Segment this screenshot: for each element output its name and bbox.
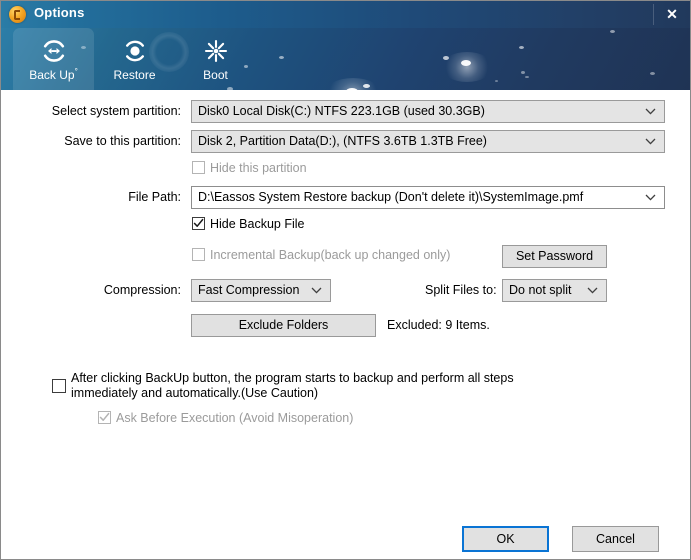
select-system-partition-value: Disk0 Local Disk(C:) NTFS 223.1GB (used …: [198, 104, 485, 118]
bokeh-dot: [495, 80, 498, 82]
bokeh-dot: [525, 76, 529, 78]
save-to-partition-label: Save to this partition:: [64, 134, 181, 148]
excluded-items-status: Excluded: 9 Items.: [387, 318, 490, 332]
split-files-value: Do not split: [509, 283, 572, 297]
bokeh-dot: [521, 71, 525, 74]
close-icon[interactable]: ✕: [660, 4, 684, 25]
bokeh-glow: [441, 52, 493, 82]
eassos-logo-icon: [9, 6, 26, 23]
hide-backup-file-checkbox[interactable]: Hide Backup File: [192, 217, 305, 231]
titlebar-separator: [653, 4, 654, 25]
tab-restore-label: Restore: [113, 68, 156, 82]
select-system-partition-label: Select system partition:: [51, 104, 181, 118]
bokeh-dot: [610, 30, 615, 33]
checkbox-box: [192, 248, 205, 261]
incremental-backup-label: Incremental Backup(back up changed only): [210, 248, 451, 262]
bokeh-dot: [279, 56, 284, 59]
ask-before-execution-label: Ask Before Execution (Avoid Misoperation…: [116, 411, 354, 425]
bokeh-dot: [443, 56, 449, 60]
split-files-label: Split Files to:: [425, 283, 497, 297]
chevron-down-icon[interactable]: [645, 187, 656, 208]
hide-backup-file-label: Hide Backup File: [210, 217, 305, 231]
chevron-down-icon: [645, 131, 656, 152]
ask-before-execution-checkbox[interactable]: Ask Before Execution (Avoid Misoperation…: [98, 411, 353, 425]
bokeh-glow: [323, 78, 383, 90]
options-window: Options ✕ Back Up° Restore Boot Select s…: [0, 0, 691, 560]
hide-this-partition-checkbox[interactable]: Hide this partition: [192, 161, 307, 175]
check-icon: [193, 218, 204, 227]
compression-value: Fast Compression: [198, 283, 300, 297]
checkbox-box: [52, 379, 66, 393]
exclude-folders-button[interactable]: Exclude Folders: [191, 314, 376, 337]
bokeh-dot: [461, 60, 471, 66]
compression-dropdown[interactable]: Fast Compression: [191, 279, 331, 302]
checkbox-box: [98, 411, 111, 424]
options-form: Select system partition: Disk0 Local Dis…: [1, 90, 690, 559]
auto-backup-checkbox[interactable]: After clicking BackUp button, the progra…: [52, 371, 552, 401]
file-path-input[interactable]: D:\Eassos System Restore backup (Don't d…: [191, 186, 665, 209]
ok-button[interactable]: OK: [462, 526, 549, 552]
backup-arrows-icon: [40, 37, 68, 65]
checkbox-box: [192, 161, 205, 174]
check-icon: [99, 412, 110, 421]
bokeh-dot: [650, 72, 655, 75]
chevron-down-icon: [645, 101, 656, 122]
chevron-down-icon: [587, 280, 598, 301]
save-to-partition-dropdown[interactable]: Disk 2, Partition Data(D:), (NTFS 3.6TB …: [191, 130, 665, 153]
restore-icon: [121, 37, 149, 65]
file-path-value: D:\Eassos System Restore backup (Don't d…: [198, 190, 584, 204]
incremental-backup-checkbox[interactable]: Incremental Backup(back up changed only): [192, 248, 450, 262]
split-files-dropdown[interactable]: Do not split: [502, 279, 607, 302]
tab-backup-label: Back Up°: [29, 67, 78, 82]
bokeh-dot: [363, 84, 370, 88]
checkbox-box: [192, 217, 205, 230]
file-path-label: File Path:: [128, 190, 181, 204]
boot-starburst-icon: [202, 37, 230, 65]
compression-label: Compression:: [103, 283, 181, 297]
tab-boot-label: Boot: [203, 68, 228, 82]
tab-boot[interactable]: Boot: [175, 28, 256, 90]
set-password-button[interactable]: Set Password: [502, 245, 607, 268]
select-system-partition-dropdown[interactable]: Disk0 Local Disk(C:) NTFS 223.1GB (used …: [191, 100, 665, 123]
bokeh-dot: [519, 46, 524, 49]
tab-backup[interactable]: Back Up°: [13, 28, 94, 90]
cancel-button[interactable]: Cancel: [572, 526, 659, 552]
window-title: Options: [34, 5, 85, 20]
auto-backup-label: After clicking BackUp button, the progra…: [71, 371, 514, 400]
title-bar: Options ✕: [1, 1, 690, 28]
toolbar-header: Back Up° Restore Boot: [1, 28, 690, 90]
save-to-partition-value: Disk 2, Partition Data(D:), (NTFS 3.6TB …: [198, 134, 487, 148]
hide-this-partition-label: Hide this partition: [210, 161, 307, 175]
tab-restore[interactable]: Restore: [94, 28, 175, 90]
chevron-down-icon: [311, 280, 322, 301]
